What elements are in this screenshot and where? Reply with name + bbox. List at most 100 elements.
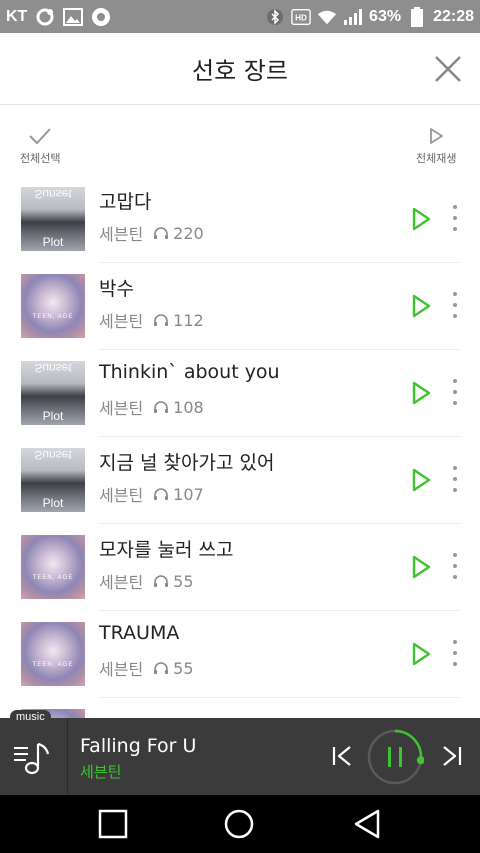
- now-playing-artist: 세븐틴: [80, 763, 122, 781]
- song-title: 모자를 눌러 쓰고: [99, 539, 234, 561]
- list-item[interactable]: TEEN, AGE 박수 세븐틴 112: [0, 263, 480, 350]
- song-artist: 세븐틴: [99, 225, 144, 244]
- list-item[interactable]: TEEN, AGE TRAUMA 세븐틴 55: [0, 611, 480, 698]
- album-cover: Sunset Plot: [21, 361, 85, 425]
- play-icon: [430, 128, 444, 144]
- headphones-icon: [154, 488, 169, 500]
- play-count: 55: [173, 571, 194, 591]
- song-meta: 세븐틴 55: [99, 569, 194, 593]
- carrier-label: KT: [6, 7, 28, 25]
- play-button[interactable]: [408, 380, 434, 406]
- signal-icon: [343, 7, 363, 27]
- list-item[interactable]: [0, 698, 480, 718]
- song-title: 지금 널 찾아가고 있어: [99, 452, 275, 474]
- more-options-button[interactable]: [448, 290, 462, 320]
- home-button[interactable]: [224, 809, 254, 839]
- select-all-label: 전체선택: [20, 152, 61, 165]
- list-item[interactable]: Sunset Plot Thinkin` about you 세븐틴 108: [0, 350, 480, 437]
- clock: 22:28: [433, 7, 474, 25]
- play-icon: [412, 642, 431, 666]
- battery-icon: [407, 6, 427, 27]
- recent-apps-button[interactable]: [98, 809, 128, 839]
- now-playing-title: Falling For U: [80, 735, 197, 757]
- page-title: 선호 장르: [192, 57, 288, 85]
- song-title: TRAUMA: [99, 622, 180, 644]
- skip-next-icon: [443, 746, 462, 766]
- play-count: 108: [173, 397, 204, 417]
- previous-button[interactable]: [330, 744, 354, 768]
- battery-percent: 63%: [369, 7, 402, 25]
- pause-button[interactable]: [366, 728, 425, 786]
- play-button[interactable]: [408, 467, 434, 493]
- app-icon: [91, 7, 111, 27]
- play-count: 55: [173, 658, 194, 678]
- song-list[interactable]: Sunset Plot 고맙다 세븐틴 220 TEEN, AGE 박수 세븐틴 11…: [0, 176, 480, 718]
- notification-icon: [35, 7, 55, 27]
- player-tag: music: [10, 710, 51, 724]
- play-button[interactable]: [408, 293, 434, 319]
- bluetooth-icon: [265, 7, 285, 27]
- more-options-button[interactable]: [448, 377, 462, 407]
- play-count: 220: [173, 223, 204, 243]
- album-cover: Sunset Plot: [21, 187, 85, 251]
- headphones-icon: [154, 401, 169, 413]
- play-icon: [412, 381, 431, 405]
- play-all-button[interactable]: 전체재생: [416, 126, 456, 166]
- play-icon: [412, 468, 431, 492]
- album-cover: TEEN, AGE: [21, 274, 85, 338]
- music-list-icon: [14, 742, 50, 775]
- song-title: Thinkin` about you: [99, 361, 280, 383]
- album-cover: TEEN, AGE: [21, 535, 85, 599]
- skip-previous-icon: [332, 746, 351, 766]
- svg-text:HD: HD: [295, 13, 307, 22]
- more-options-button[interactable]: [448, 638, 462, 668]
- list-item[interactable]: TEEN, AGE 모자를 눌러 쓰고 세븐틴 55: [0, 524, 480, 611]
- play-button[interactable]: [408, 554, 434, 580]
- album-cover: TEEN, AGE: [21, 622, 85, 686]
- song-artist: 세븐틴: [99, 660, 144, 679]
- album-cover: Sunset Plot: [21, 448, 85, 512]
- song-meta: 세븐틴 55: [99, 656, 194, 680]
- song-title: 박수: [99, 278, 134, 300]
- back-button[interactable]: [352, 809, 382, 839]
- status-bar: KT HD 63% 22:28: [0, 0, 480, 33]
- select-all-button[interactable]: 전체선택: [20, 126, 60, 166]
- play-icon: [412, 207, 431, 231]
- song-meta: 세븐틴 112: [99, 308, 204, 332]
- system-nav-bar: [0, 795, 480, 853]
- header: 선호 장르: [0, 33, 480, 105]
- list-item[interactable]: Sunset Plot 고맙다 세븐틴 220: [0, 176, 480, 263]
- song-artist: 세븐틴: [99, 573, 144, 592]
- more-options-button[interactable]: [448, 203, 462, 233]
- back-triangle-icon: [354, 809, 380, 839]
- playlist-menu-button[interactable]: [12, 736, 54, 778]
- play-icon: [412, 555, 431, 579]
- song-meta: 세븐틴 108: [99, 395, 204, 419]
- headphones-icon: [154, 575, 169, 587]
- play-button[interactable]: [408, 641, 434, 667]
- wifi-icon: [317, 7, 337, 27]
- play-icon: [412, 294, 431, 318]
- more-options-button[interactable]: [448, 464, 462, 494]
- play-all-label: 전체재생: [416, 152, 457, 165]
- song-artist: 세븐틴: [99, 486, 144, 505]
- headphones-icon: [154, 314, 169, 326]
- song-meta: 세븐틴 220: [99, 221, 204, 245]
- mini-player[interactable]: Falling For U 세븐틴: [0, 718, 480, 795]
- more-options-button[interactable]: [448, 551, 462, 581]
- song-title: 고맙다: [99, 191, 152, 213]
- close-button[interactable]: [432, 53, 464, 85]
- play-button[interactable]: [408, 206, 434, 232]
- play-count: 112: [173, 310, 204, 330]
- check-icon: [29, 128, 51, 145]
- song-artist: 세븐틴: [99, 399, 144, 418]
- gallery-icon: [63, 7, 84, 27]
- next-button[interactable]: [440, 744, 464, 768]
- hd-icon: HD: [291, 7, 311, 27]
- pause-icon: [367, 729, 425, 785]
- play-count: 107: [173, 484, 204, 504]
- headphones-icon: [154, 662, 169, 674]
- close-icon: [435, 56, 461, 82]
- list-item[interactable]: Sunset Plot 지금 널 찾아가고 있어 세븐틴 107: [0, 437, 480, 524]
- square-icon: [98, 809, 128, 839]
